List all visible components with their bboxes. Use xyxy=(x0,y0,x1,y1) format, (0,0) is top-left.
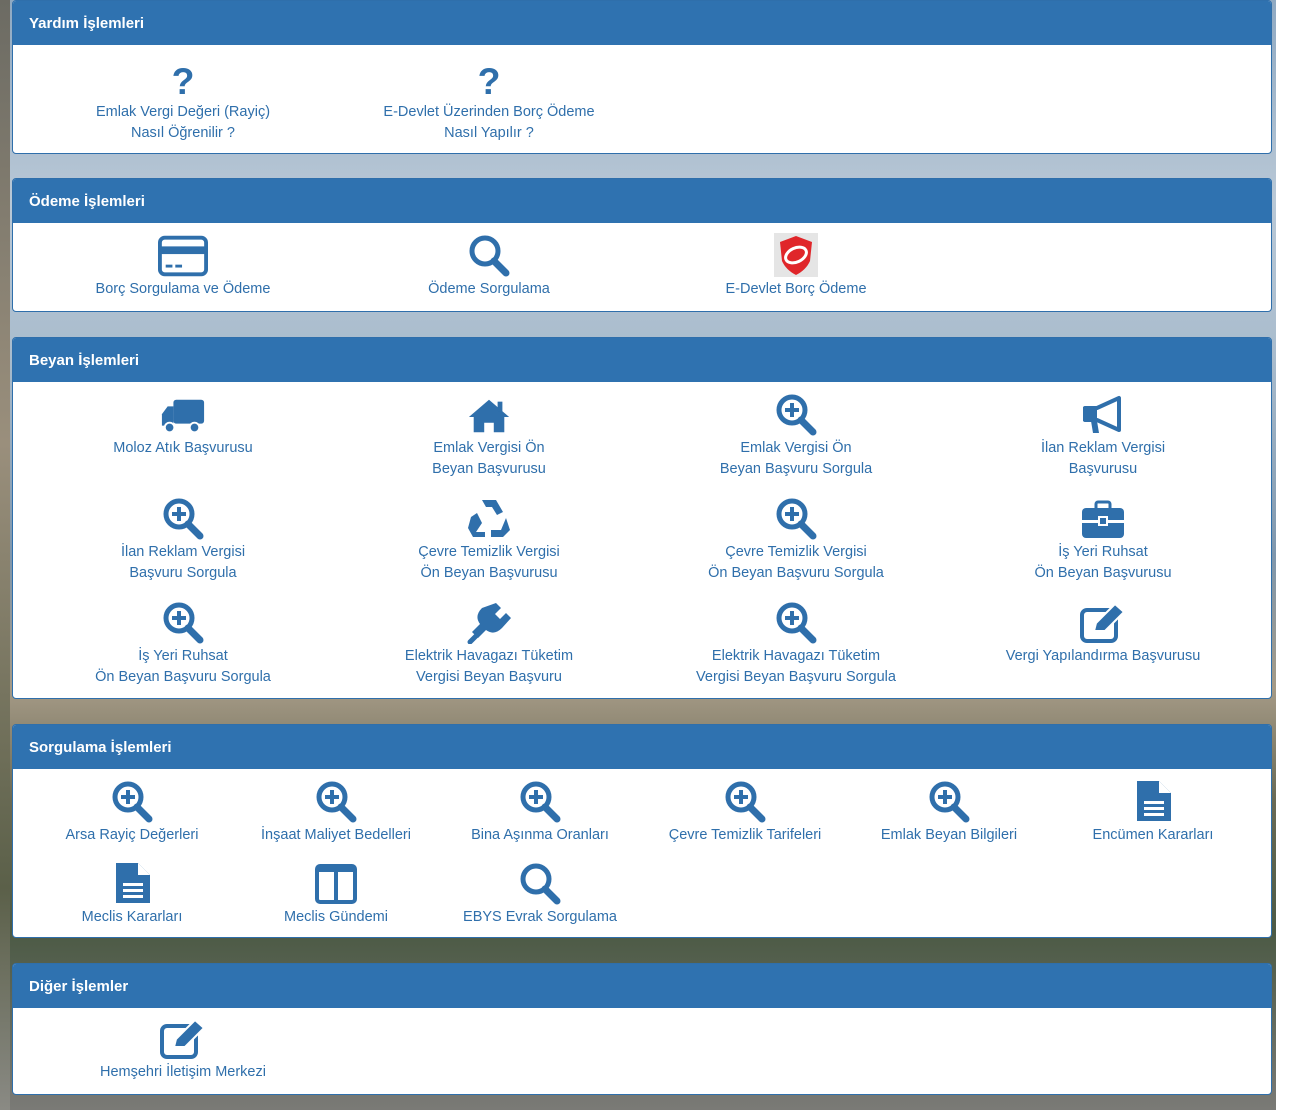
zoom-in-icon xyxy=(161,498,205,540)
link-cevre-temizlik-vergisi-on-beyan-basvurusu[interactable]: Çevre Temizlik Vergisi Ön Beyan Başvurus… xyxy=(349,498,629,584)
panel-yardim-islemleri: Yardım İşlemleri Emlak Vergi Değeri (Ray… xyxy=(12,0,1272,154)
plug-icon xyxy=(466,602,512,644)
panel-title: Beyan İşlemleri xyxy=(13,338,1271,382)
link-insaat-maliyet-bedelleri[interactable]: İnşaat Maliyet Bedelleri xyxy=(234,781,438,846)
zoom-in-icon xyxy=(110,781,154,823)
link-emlak-vergi-degeri-nasil-ogrenilir[interactable]: Emlak Vergi Değeri (Rayiç) Nasıl Öğrenil… xyxy=(43,58,323,144)
home-icon xyxy=(467,394,511,436)
link-encumen-kararlari[interactable]: Encümen Kararları xyxy=(1051,781,1255,846)
link-vergi-yapilandirma-basvurusu[interactable]: Vergi Yapılandırma Başvurusu xyxy=(963,602,1243,667)
zoom-in-icon xyxy=(927,781,971,823)
item-label: İlan Reklam Vergisi Başvurusu xyxy=(1040,440,1166,477)
link-emlak-vergisi-on-beyan-basvurusu[interactable]: Emlak Vergisi Ön Beyan Başvurusu xyxy=(349,394,629,480)
item-label: Elektrik Havagazı Tüketim Vergisi Beyan … xyxy=(696,648,896,685)
panel-title: Yardım İşlemleri xyxy=(13,1,1271,45)
item-label: İş Yeri Ruhsat Ön Beyan Başvurusu xyxy=(1034,544,1172,581)
link-cevre-temizlik-vergisi-on-beyan-basvuru-sorgula[interactable]: Çevre Temizlik Vergisi Ön Beyan Başvuru … xyxy=(656,498,936,584)
link-elektrik-havagazi-tuketim-vergisi-beyan-basvuru-sorgula[interactable]: Elektrik Havagazı Tüketim Vergisi Beyan … xyxy=(656,602,936,688)
link-edevlet-borc-odeme[interactable]: E-Devlet Borç Ödeme xyxy=(656,235,936,300)
item-label: Meclis Gündemi xyxy=(284,909,388,925)
item-label: Encümen Kararları xyxy=(1092,827,1214,843)
search-icon xyxy=(518,863,562,905)
item-label: Ödeme Sorgulama xyxy=(428,281,550,297)
document-icon xyxy=(1133,781,1173,823)
edit-icon xyxy=(159,1018,207,1060)
zoom-in-icon xyxy=(518,781,562,823)
edit-icon xyxy=(1079,602,1127,644)
item-label: İlan Reklam Vergisi Başvuru Sorgula xyxy=(120,544,246,581)
edevlet-logo-icon xyxy=(774,235,818,277)
panel-title: Sorgulama İşlemleri xyxy=(13,725,1271,769)
item-label: Borç Sorgulama ve Ödeme xyxy=(95,281,271,297)
zoom-in-icon xyxy=(723,781,767,823)
link-meclis-kararlari[interactable]: Meclis Kararları xyxy=(30,863,234,928)
columns-icon xyxy=(314,863,358,905)
briefcase-icon xyxy=(1079,498,1127,540)
item-label: Elektrik Havagazı Tüketim Vergisi Beyan … xyxy=(404,648,574,685)
item-label: Arsa Rayiç Değerleri xyxy=(65,827,199,843)
link-ebys-evrak-sorgulama[interactable]: EBYS Evrak Sorgulama xyxy=(438,863,642,928)
panel-odeme-islemleri: Ödeme İşlemleri Borç Sorgulama ve Ödeme … xyxy=(12,178,1272,312)
question-icon xyxy=(472,58,506,100)
item-label: Çevre Temizlik Vergisi Ön Beyan Başvurus… xyxy=(418,544,560,581)
link-hemsehri-iletisim-merkezi[interactable]: Hemşehri İletişim Merkezi xyxy=(43,1018,323,1083)
panel-title: Diğer İşlemler xyxy=(13,964,1271,1008)
item-label: Emlak Vergisi Ön Beyan Başvuru Sorgula xyxy=(719,440,873,477)
panel-sorgulama-islemleri: Sorgulama İşlemleri Arsa Rayiç Değerleri… xyxy=(12,724,1272,938)
item-label: İş Yeri Ruhsat Ön Beyan Başvuru Sorgula xyxy=(95,648,271,685)
search-icon xyxy=(467,235,511,277)
panel-title: Ödeme İşlemleri xyxy=(13,179,1271,223)
link-elektrik-havagazi-tuketim-vergisi-beyan-basvuru[interactable]: Elektrik Havagazı Tüketim Vergisi Beyan … xyxy=(349,602,629,688)
link-moloz-atik-basvurusu[interactable]: Moloz Atık Başvurusu xyxy=(43,394,323,459)
item-label: Meclis Kararları xyxy=(81,909,183,925)
megaphone-icon xyxy=(1079,394,1127,436)
item-label: Moloz Atık Başvurusu xyxy=(113,440,253,456)
item-label: Çevre Temizlik Vergisi Ön Beyan Başvuru … xyxy=(708,544,884,581)
item-label: Emlak Beyan Bilgileri xyxy=(880,827,1018,843)
item-label: E-Devlet Borç Ödeme xyxy=(725,281,867,297)
question-icon xyxy=(166,58,200,100)
truck-icon xyxy=(160,394,206,436)
zoom-in-icon xyxy=(774,498,818,540)
panel-diger-islemler: Diğer İşlemler Hemşehri İletişim Merkezi xyxy=(12,963,1272,1095)
zoom-in-icon xyxy=(774,394,818,436)
document-icon xyxy=(112,863,152,905)
link-meclis-gundemi[interactable]: Meclis Gündemi xyxy=(234,863,438,928)
link-odeme-sorgulama[interactable]: Ödeme Sorgulama xyxy=(349,235,629,300)
item-label: İnşaat Maliyet Bedelleri xyxy=(261,827,411,843)
link-is-yeri-ruhsat-on-beyan-basvuru-sorgula[interactable]: İş Yeri Ruhsat Ön Beyan Başvuru Sorgula xyxy=(43,602,323,688)
panel-beyan-islemleri: Beyan İşlemleri Moloz Atık Başvurusu Eml… xyxy=(12,337,1272,699)
recycle-icon xyxy=(466,498,512,540)
item-label: Bina Aşınma Oranları xyxy=(471,827,609,843)
item-label: E-Devlet Üzerinden Borç Ödeme Nasıl Yapı… xyxy=(383,104,595,141)
item-label: Hemşehri İletişim Merkezi xyxy=(100,1064,266,1080)
zoom-in-icon xyxy=(161,602,205,644)
background-image xyxy=(0,0,10,1110)
item-label: EBYS Evrak Sorgulama xyxy=(463,909,617,925)
link-bina-asinma-oranlari[interactable]: Bina Aşınma Oranları xyxy=(438,781,642,846)
credit-card-icon xyxy=(158,235,208,277)
link-edevlet-borc-odeme-nasil-yapilir[interactable]: E-Devlet Üzerinden Borç Ödeme Nasıl Yapı… xyxy=(349,58,629,144)
link-ilan-reklam-vergisi-basvuru-sorgula[interactable]: İlan Reklam Vergisi Başvuru Sorgula xyxy=(43,498,323,584)
link-ilan-reklam-vergisi-basvurusu[interactable]: İlan Reklam Vergisi Başvurusu xyxy=(963,394,1243,480)
zoom-in-icon xyxy=(774,602,818,644)
link-cevre-temizlik-tarifeleri[interactable]: Çevre Temizlik Tarifeleri xyxy=(643,781,847,846)
link-emlak-vergisi-on-beyan-basvuru-sorgula[interactable]: Emlak Vergisi Ön Beyan Başvuru Sorgula xyxy=(656,394,936,480)
item-label: Emlak Vergi Değeri (Rayiç) Nasıl Öğrenil… xyxy=(95,104,271,141)
link-arsa-rayic-degerleri[interactable]: Arsa Rayiç Değerleri xyxy=(30,781,234,846)
zoom-in-icon xyxy=(314,781,358,823)
item-label: Emlak Vergisi Ön Beyan Başvurusu xyxy=(432,440,546,477)
link-is-yeri-ruhsat-on-beyan-basvurusu[interactable]: İş Yeri Ruhsat Ön Beyan Başvurusu xyxy=(963,498,1243,584)
link-emlak-beyan-bilgileri[interactable]: Emlak Beyan Bilgileri xyxy=(847,781,1051,846)
link-borc-sorgulama-ve-odeme[interactable]: Borç Sorgulama ve Ödeme xyxy=(43,235,323,300)
item-label: Çevre Temizlik Tarifeleri xyxy=(668,827,822,843)
page-margin xyxy=(1276,0,1293,1110)
item-label: Vergi Yapılandırma Başvurusu xyxy=(1005,648,1201,664)
